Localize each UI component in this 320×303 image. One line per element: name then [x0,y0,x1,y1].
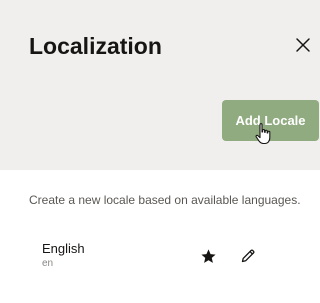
locale-code: en [42,258,54,269]
edit-locale-button[interactable] [238,246,258,266]
add-locale-button-label: Add Locale [235,113,306,128]
default-locale-button[interactable] [198,246,218,266]
locale-row: English en [0,234,320,278]
close-button[interactable] [292,34,314,56]
star-icon [200,248,216,263]
localization-panel: Localization Add Locale Create a new loc… [0,0,320,303]
panel-description: Create a new locale based on available l… [29,193,301,207]
add-locale-button[interactable]: Add Locale [222,100,319,141]
panel-title: Localization [29,33,162,59]
close-icon [296,38,310,52]
panel-header: Localization Add Locale [0,0,320,170]
locale-name: English [42,241,85,256]
pencil-icon [241,249,255,263]
